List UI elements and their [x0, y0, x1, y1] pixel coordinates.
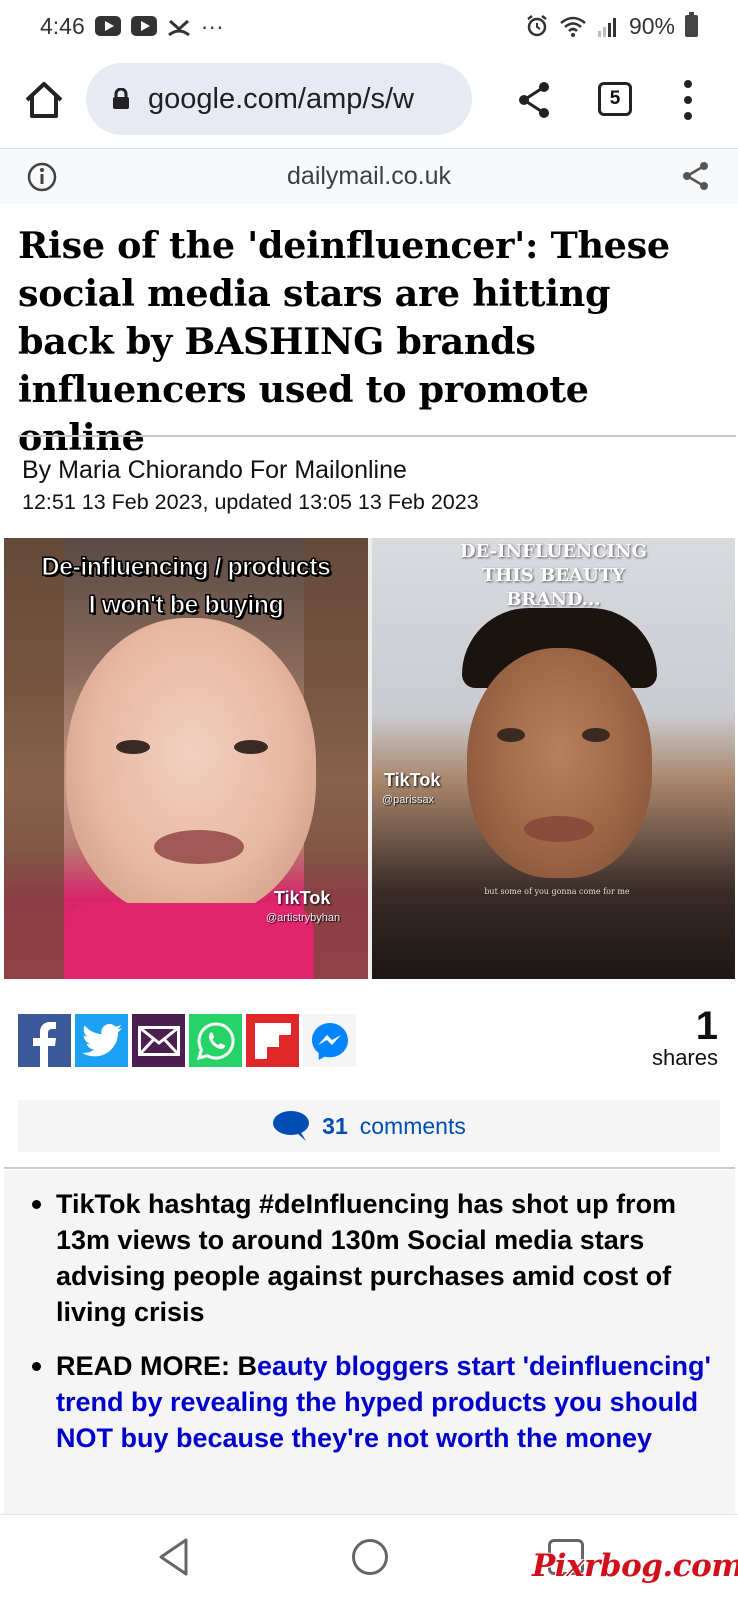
flipboard-icon [254, 1022, 291, 1059]
browser-toolbar: google.com/amp/s/w 5 [0, 58, 738, 146]
hero-left-overlay-text: De-influencing / products I won't be buy… [41, 553, 331, 620]
hero-image-left: De-influencing / products I won't be buy… [4, 538, 368, 979]
email-share-button[interactable] [132, 1014, 185, 1067]
hero-right-overlay-text: DE-INFLUENCING THIS BEAUTY BRAND... [460, 541, 647, 610]
summary-bullet: READ MORE: Beauty bloggers start 'deinfl… [32, 1348, 715, 1456]
amp-domain[interactable]: dailymail.co.uk [287, 162, 451, 191]
back-icon[interactable] [156, 1537, 192, 1577]
divider [4, 1167, 735, 1169]
wifi-icon [560, 16, 586, 37]
article-summary-bullets: TikTok hashtag #deInfluencing has shot u… [4, 1170, 735, 1514]
whatsapp-icon [196, 1021, 235, 1060]
comments-count: 31 [322, 1112, 348, 1139]
article-headline: Rise of the 'deinfluencer': These social… [18, 224, 670, 459]
divider [18, 435, 736, 437]
home-icon[interactable] [22, 78, 66, 122]
status-time: 4:46 [40, 12, 85, 39]
tiktok-handle-left: @artistrybyhan [266, 912, 341, 924]
comments-link[interactable]: 31 comments [18, 1100, 720, 1152]
article-timestamp: 12:51 13 Feb 2023, updated 13:05 13 Feb … [22, 490, 479, 514]
status-more-dots: ··· [200, 12, 224, 39]
tab-switcher-button[interactable]: 5 [598, 82, 632, 116]
battery-percent: 90% [628, 12, 675, 39]
youtube-icon [130, 16, 157, 36]
read-more-prefix: READ MORE: B [56, 1351, 257, 1381]
tiktok-logo-right: TikTok [384, 770, 441, 790]
tiktok-handle-right: @parissax [382, 794, 435, 806]
home-nav-icon[interactable] [352, 1539, 388, 1575]
summary-bullet: TikTok hashtag #deInfluencing has shot u… [32, 1186, 715, 1330]
overflow-menu-icon[interactable] [676, 80, 700, 120]
share-icon[interactable] [516, 80, 552, 120]
flipboard-share-button[interactable] [246, 1014, 299, 1067]
article-hero-image[interactable]: De-influencing / products I won't be buy… [4, 538, 735, 979]
watermark-text: Pixrbog.com [532, 1548, 738, 1584]
tab-count: 5 [609, 88, 621, 109]
share-icon[interactable] [682, 161, 710, 191]
alarm-icon [527, 15, 547, 37]
lock-icon [113, 88, 129, 109]
hero-right-caption: but some of you gonna come for me [484, 887, 630, 896]
whatsapp-share-button[interactable] [189, 1014, 242, 1067]
comment-bubble-icon [273, 1111, 310, 1141]
twitter-share-button[interactable] [75, 1014, 128, 1067]
messenger-share-button[interactable] [303, 1014, 356, 1067]
url-bar[interactable]: google.com/amp/s/w [86, 63, 472, 135]
signal-icon [597, 18, 616, 37]
hero-image-right: DE-INFLUENCING THIS BEAUTY BRAND... TikT… [372, 538, 735, 979]
comments-label: comments [359, 1112, 466, 1139]
youtube-icon [94, 16, 121, 36]
facebook-share-button[interactable] [18, 1014, 71, 1067]
missed-call-icon [167, 19, 190, 37]
url-text: google.com/amp/s/w [148, 82, 414, 115]
tiktok-logo-left: TikTok [274, 888, 331, 908]
amp-header: dailymail.co.uk [0, 148, 738, 204]
shares-count: 1 [695, 1004, 718, 1048]
article-byline[interactable]: By Maria Chiorando For Mailonline [22, 456, 407, 485]
facebook-icon [33, 1022, 56, 1067]
info-icon[interactable] [26, 161, 58, 193]
shares-label: shares [651, 1045, 718, 1070]
share-buttons [18, 1014, 356, 1067]
twitter-icon [81, 1023, 122, 1056]
battery-icon [685, 12, 698, 37]
status-bar: 4:46 ··· 90% [0, 0, 738, 52]
email-icon [137, 1025, 180, 1056]
messenger-icon [311, 1022, 348, 1060]
